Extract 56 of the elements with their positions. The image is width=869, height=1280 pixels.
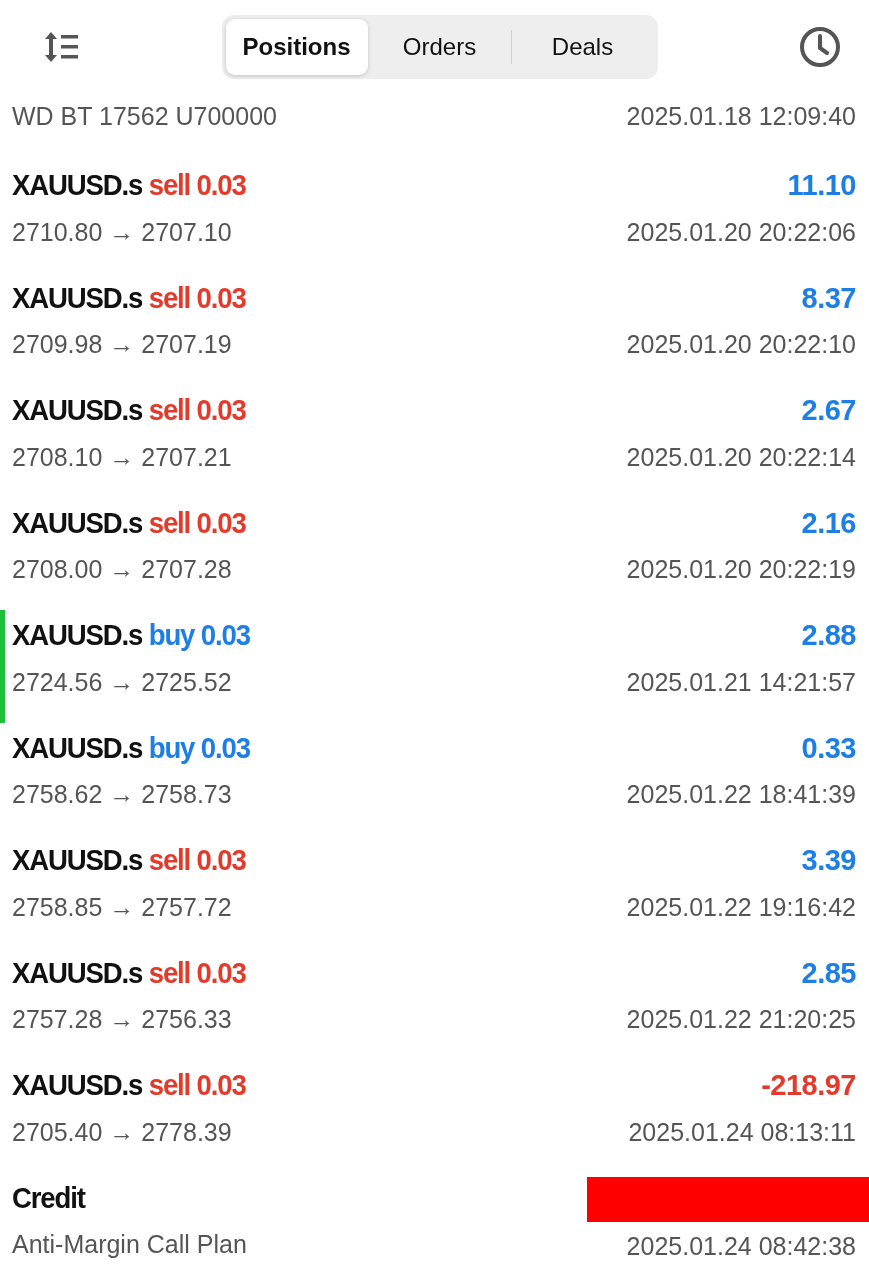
deal-title: XAUUSD.s sell 0.03 <box>12 168 246 203</box>
deal-title: XAUUSD.s sell 0.03 <box>12 955 246 991</box>
profit-value: 2.85 <box>801 955 856 991</box>
timestamp: 2025.01.20 20:22:06 <box>626 216 856 248</box>
profit-value: 11.10 <box>787 168 856 203</box>
profit-value: -218.97 <box>761 1068 856 1103</box>
timestamp: 2025.01.22 18:41:39 <box>626 779 856 810</box>
price-range: 2758.62 → 2758.73 <box>12 779 233 810</box>
timestamp: 2025.01.22 21:20:25 <box>626 1004 856 1035</box>
profit-value: 2.88 <box>801 618 856 653</box>
price-range: 2724.56 → 2725.52 <box>12 666 233 698</box>
deal-row[interactable]: XAUUSD.s sell 0.03 2709.98 → 2707.19 8.37 2025.01.20 20:22:10 <box>0 272 869 385</box>
price-range: 2708.10 → 2707.21 <box>12 441 233 473</box>
deal-row[interactable]: XAUUSD.s sell 0.03 2710.80 → 2707.10 11.10 2025.01.20 20:22:06 <box>0 160 869 273</box>
timestamp: 2025.01.18 12:09:40 <box>626 101 856 132</box>
deal-row[interactable]: XAUUSD.s sell 0.03 2757.28 → 2756.33 2.85 2025.01.22 21:20:25 <box>0 947 869 1060</box>
timestamp: 2025.01.21 14:21:57 <box>626 666 856 698</box>
price-range: 2705.40 → 2778.39 <box>12 1116 233 1148</box>
price-range: 2710.80 → 2707.10 <box>12 216 233 248</box>
timestamp: 2025.01.20 20:22:14 <box>626 441 856 473</box>
deal-title: XAUUSD.s buy 0.03 <box>12 730 250 766</box>
sort-icon[interactable] <box>42 30 80 64</box>
price-range: 2757.28 → 2756.33 <box>12 1004 233 1035</box>
deal-row[interactable]: XAUUSD.s sell 0.03 2708.10 → 2707.21 2.67 2025.01.20 20:22:14 <box>0 385 869 498</box>
price-range: 2708.00 → 2707.28 <box>12 554 233 585</box>
deal-title: Credit <box>12 1180 87 1216</box>
deal-row[interactable]: XAUUSD.s buy 0.03 2724.56 → 2725.52 2.88 2025.01.21 14:21:57 <box>0 610 869 723</box>
deal-title: XAUUSD.s sell 0.03 <box>12 505 246 541</box>
price-range: Anti-Margin Call Plan <box>12 1229 247 1260</box>
deal-row[interactable]: XAUUSD.s sell 0.03 2758.85 → 2757.72 3.39 2025.01.22 19:16:42 <box>0 835 869 948</box>
deal-row[interactable]: XAUUSD.s buy 0.03 2758.62 → 2758.73 0.33 2025.01.22 18:41:39 <box>0 722 869 835</box>
deal-title: XAUUSD.s buy 0.03 <box>12 618 250 653</box>
profit-value: 3.39 <box>801 843 856 878</box>
deal-row[interactable]: Credit Anti-Margin Call Plan 2025.01.24 08:42:38 <box>0 1172 869 1280</box>
deal-title: XAUUSD.s sell 0.03 <box>12 1068 246 1103</box>
timestamp: 2025.01.20 20:22:10 <box>626 329 856 360</box>
price-range: 2709.98 → 2707.19 <box>12 329 233 360</box>
profit-value: 2.16 <box>801 505 856 541</box>
segment-tab[interactable]: Positions <box>225 19 368 75</box>
deal-title: XAUUSD.s sell 0.03 <box>12 280 246 316</box>
deal-title: XAUUSD.s sell 0.03 <box>12 393 246 428</box>
history-icon[interactable] <box>799 26 841 68</box>
timestamp: 2025.01.20 20:22:19 <box>626 554 856 585</box>
profit-value: 2.67 <box>801 393 856 428</box>
deal-row[interactable]: XAUUSD.s sell 0.03 2708.00 → 2707.28 2.16 2025.01.20 20:22:19 <box>0 497 869 610</box>
profit-value: 8.37 <box>801 280 856 316</box>
timestamp: 2025.01.24 08:42:38 <box>626 1230 856 1262</box>
account-label: WD BT 17562 U700000 <box>12 101 277 132</box>
deal-title: XAUUSD.s sell 0.03 <box>12 843 246 878</box>
price-range: 2758.85 → 2757.72 <box>12 891 233 923</box>
segment-tab[interactable]: Orders <box>368 19 511 75</box>
timestamp: 2025.01.22 19:16:42 <box>626 891 856 923</box>
deal-row[interactable]: XAUUSD.s sell 0.03 2705.40 → 2778.39 -218.97 2025.01.24 08:13:11 <box>0 1060 869 1173</box>
timestamp: 2025.01.24 08:13:11 <box>628 1116 856 1148</box>
segment-tab[interactable]: Deals <box>511 19 654 75</box>
profit-value: 0.33 <box>801 730 856 766</box>
